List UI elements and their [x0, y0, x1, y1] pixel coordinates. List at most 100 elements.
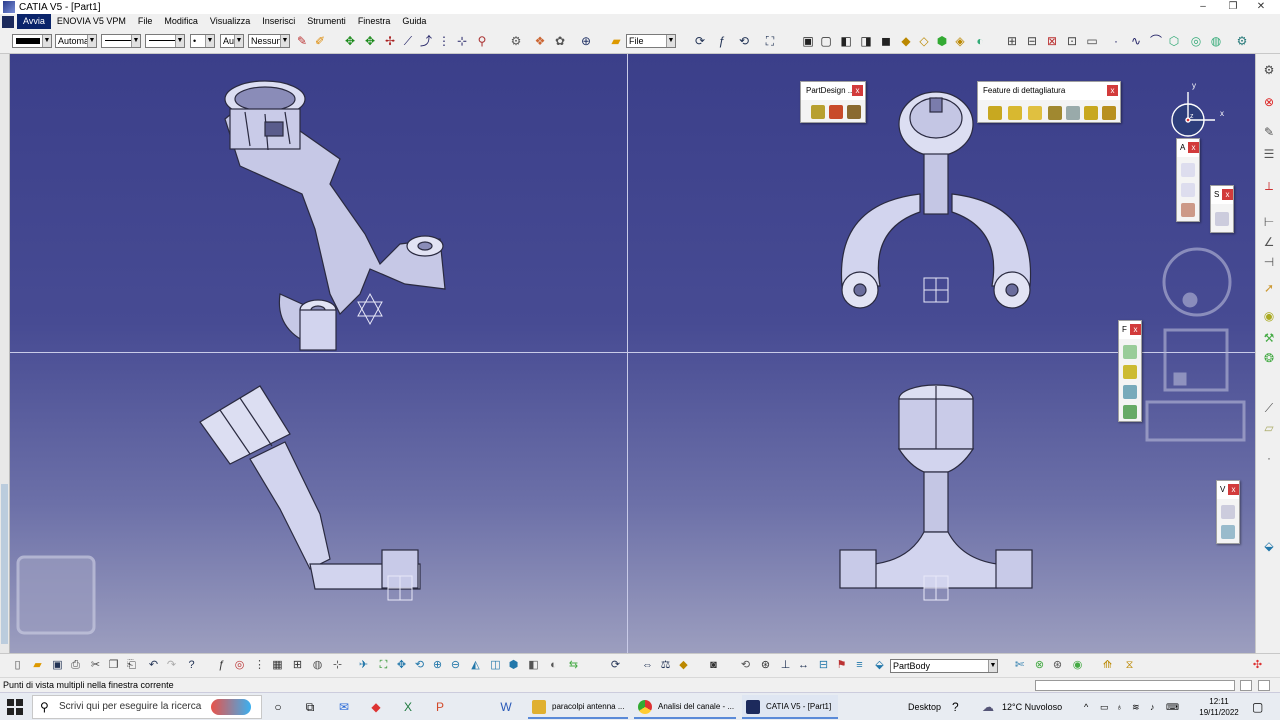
- weight-combo[interactable]: ▼: [101, 34, 141, 48]
- dot-icon[interactable]: ·: [1261, 450, 1277, 466]
- solid-combine-icon[interactable]: ◉: [1070, 658, 1085, 673]
- weather-text[interactable]: 12°C Nuvoloso: [1002, 693, 1062, 720]
- constraint-icon[interactable]: ⟂: [1261, 178, 1277, 194]
- sketch-palette-close-button[interactable]: x: [1222, 189, 1233, 200]
- plane-tool-icon[interactable]: ▱: [1261, 420, 1277, 436]
- menu-modifica[interactable]: Modifica: [158, 14, 204, 29]
- task-view-icon[interactable]: ⧉: [302, 699, 318, 715]
- table-icon[interactable]: ▦: [270, 658, 285, 673]
- product-icon[interactable]: ⊟: [1024, 33, 1040, 49]
- network-icon[interactable]: ▭: [1100, 693, 1109, 720]
- sew-surface-icon[interactable]: [1123, 405, 1137, 419]
- view-layout-icon[interactable]: [1221, 525, 1235, 539]
- color-combo[interactable]: ▼: [12, 34, 52, 48]
- update-all-icon[interactable]: ⟲: [738, 658, 753, 673]
- filter-combo[interactable]: Nessun ▼: [248, 34, 290, 48]
- shaft-icon[interactable]: [847, 105, 861, 119]
- shading-icon[interactable]: ◧: [526, 658, 541, 673]
- refresh-icon[interactable]: ⟳: [608, 658, 623, 673]
- body-combo[interactable]: PartBody ▼: [890, 659, 998, 673]
- feature-small-palette-close-button[interactable]: x: [1130, 324, 1141, 335]
- menu-enovia[interactable]: ENOVIA V5 VPM: [51, 14, 132, 29]
- fly-icon[interactable]: ✈: [356, 658, 371, 673]
- axis-system-icon[interactable]: ⊥: [778, 658, 793, 673]
- transform-icon[interactable]: ⟰: [1100, 658, 1115, 673]
- assembly-icon[interactable]: ❖: [532, 33, 548, 49]
- grid-icon[interactable]: ⊞: [290, 658, 305, 673]
- windows-start-icon[interactable]: [7, 699, 23, 715]
- line-icon[interactable]: ⟋: [1261, 400, 1277, 416]
- cut-icon[interactable]: ✂: [88, 658, 103, 673]
- brush-icon[interactable]: ✐: [312, 33, 328, 49]
- help-tray-icon[interactable]: ?: [952, 693, 959, 720]
- section-icon[interactable]: ⇔: [640, 658, 655, 673]
- feature-palette-close-button[interactable]: x: [1107, 85, 1118, 96]
- fit-all-icon[interactable]: ⛶: [762, 33, 778, 49]
- publish-icon[interactable]: ⊕: [578, 33, 594, 49]
- menu-strumenti[interactable]: Strumenti: [301, 14, 352, 29]
- help-icon[interactable]: ?: [184, 658, 199, 673]
- analysis-icon[interactable]: ◎: [1188, 33, 1204, 49]
- close-button[interactable]: ✕: [1238, 0, 1280, 14]
- menu-file[interactable]: File: [132, 14, 159, 29]
- zoom-out-icon[interactable]: ⊖: [448, 658, 463, 673]
- wireframe-icon[interactable]: ⬡: [1166, 33, 1182, 49]
- remove-face-icon[interactable]: [1102, 106, 1116, 120]
- copy-icon[interactable]: ❐: [106, 658, 121, 673]
- material-icon[interactable]: ◈: [952, 33, 968, 49]
- pad-icon[interactable]: [811, 105, 825, 119]
- edit-icon[interactable]: ✎: [1261, 124, 1277, 140]
- thickness-combo[interactable]: ▼: [145, 34, 185, 48]
- view-side-icon[interactable]: ◨: [858, 33, 874, 49]
- update-icon[interactable]: ⟳: [692, 33, 708, 49]
- menu-visualizza[interactable]: Visualizza: [204, 14, 256, 29]
- file-combo[interactable]: File ▼: [626, 34, 676, 48]
- stop-icon[interactable]: ⊗: [1261, 94, 1277, 110]
- swap-icon[interactable]: ⇆: [566, 658, 581, 673]
- view-palette-close-button[interactable]: x: [1228, 484, 1239, 495]
- office-icon[interactable]: ◆: [368, 699, 384, 715]
- chevron-up-icon[interactable]: ^: [1084, 693, 1088, 720]
- draft-icon[interactable]: ◍: [1208, 33, 1224, 49]
- shell-icon[interactable]: [1048, 106, 1062, 120]
- scroll-thumb[interactable]: [1, 484, 8, 644]
- redo-icon[interactable]: ↷: [164, 658, 179, 673]
- fit-all-icon[interactable]: ⛶: [376, 658, 391, 673]
- menu-inserisci[interactable]: Inserisci: [256, 14, 301, 29]
- taskbar-task-catia[interactable]: CATIA V5 - [Part1]: [742, 695, 838, 719]
- clash-icon[interactable]: ⚖: [658, 658, 673, 673]
- language-icon[interactable]: ⌨: [1166, 693, 1179, 720]
- formula-icon[interactable]: ƒ: [214, 658, 229, 673]
- powerpoint-icon[interactable]: P: [432, 699, 448, 715]
- paste-icon[interactable]: ⎗: [124, 658, 139, 673]
- status-button-a[interactable]: [1240, 680, 1252, 691]
- partdesign-palette-close-button[interactable]: x: [852, 85, 863, 96]
- text-icon[interactable]: [1181, 163, 1195, 177]
- desktop-toolbar[interactable]: Desktop: [908, 693, 941, 720]
- tree-icon[interactable]: ⊞: [1004, 33, 1020, 49]
- iso-view-icon[interactable]: ⬢: [506, 658, 521, 673]
- mirror-icon[interactable]: ⧖: [1122, 658, 1137, 673]
- settings-icon[interactable]: ⚙: [1234, 33, 1250, 49]
- geometry-set-icon[interactable]: ⊟: [816, 658, 831, 673]
- render-icon[interactable]: ◼: [878, 33, 894, 49]
- volume-icon[interactable]: ♪: [1150, 693, 1155, 720]
- excel-icon[interactable]: X: [400, 699, 416, 715]
- delete-icon[interactable]: ⊠: [1044, 33, 1060, 49]
- print-icon[interactable]: ⎙: [68, 658, 83, 673]
- plane-icon[interactable]: ▭: [1084, 33, 1100, 49]
- material-icon[interactable]: ◆: [676, 658, 691, 673]
- dimension-icon[interactable]: ⊢: [1261, 214, 1277, 230]
- mail-icon[interactable]: ✉: [336, 699, 352, 715]
- cortana-icon[interactable]: ○: [270, 699, 286, 715]
- thickness-icon[interactable]: [1066, 106, 1080, 120]
- pan-alt-icon[interactable]: ✥: [362, 33, 378, 49]
- line-snap-icon[interactable]: ⟋: [400, 33, 416, 49]
- pan-icon[interactable]: ✥: [342, 33, 358, 49]
- wifi-icon[interactable]: ≋: [1132, 693, 1140, 720]
- parameter-icon[interactable]: ⚑: [834, 658, 849, 673]
- hide-show-icon[interactable]: ◐: [546, 658, 561, 673]
- grid-icon[interactable]: ⋮: [436, 33, 452, 49]
- menu-guida[interactable]: Guida: [396, 14, 432, 29]
- open-icon[interactable]: ▰: [30, 658, 45, 673]
